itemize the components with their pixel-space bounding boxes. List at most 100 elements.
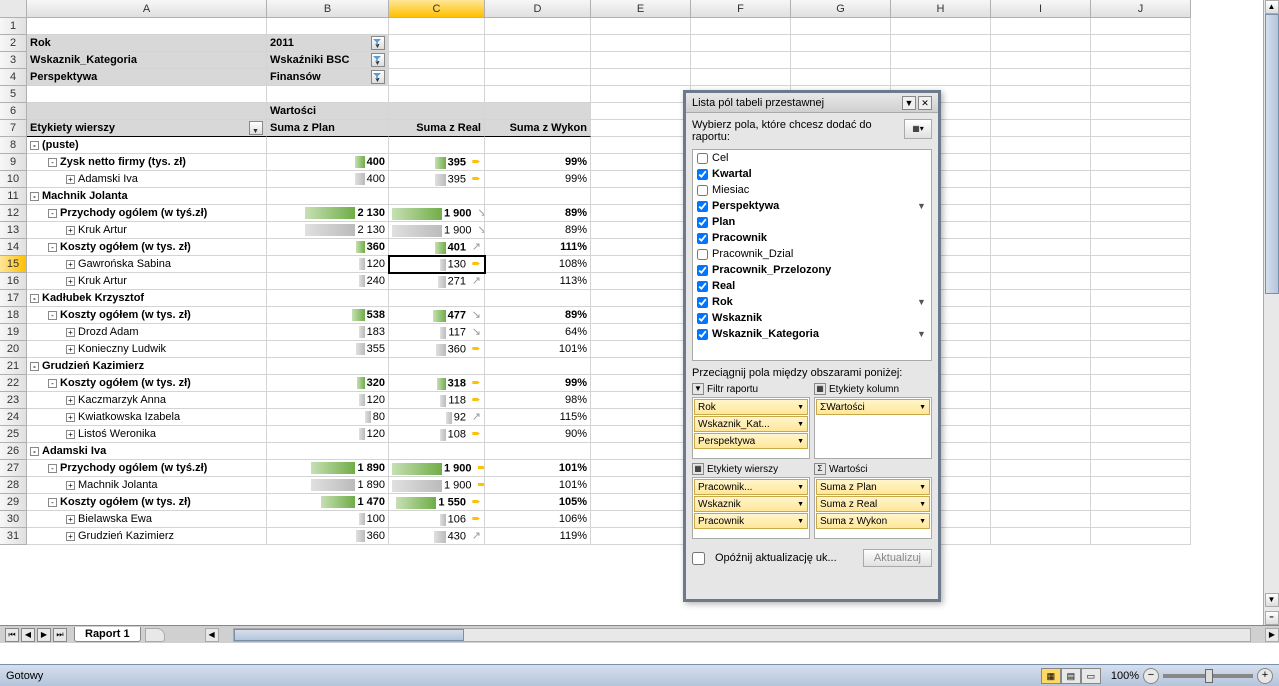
pivot-wykon[interactable] — [485, 290, 591, 307]
row-header-12[interactable]: 12 — [0, 205, 27, 222]
cell[interactable] — [389, 86, 485, 103]
pivot-plan[interactable]: 320 — [267, 375, 389, 392]
cell-I[interactable] — [991, 375, 1091, 392]
pivot-real[interactable]: 395 ➨ — [389, 154, 485, 171]
field-checkbox[interactable] — [697, 185, 708, 196]
pivot-wykon[interactable]: 111% — [485, 239, 591, 256]
row-header-31[interactable]: 31 — [0, 528, 27, 545]
split-button[interactable]: ━ — [1265, 611, 1279, 625]
cell-E[interactable] — [591, 273, 691, 290]
pivot-plan[interactable]: 1 890 — [267, 460, 389, 477]
col-header-H[interactable]: H — [891, 0, 991, 18]
cell-E[interactable] — [591, 222, 691, 239]
cell-I[interactable] — [991, 477, 1091, 494]
cell-E[interactable] — [591, 409, 691, 426]
col-header-J[interactable]: J — [1091, 0, 1191, 18]
pivot-real[interactable]: 106 ➨ — [389, 511, 485, 528]
cell-I[interactable] — [991, 154, 1091, 171]
cell[interactable] — [485, 69, 591, 86]
pivot-plan[interactable] — [267, 358, 389, 375]
field-checkbox[interactable] — [697, 297, 708, 308]
row-header-26[interactable]: 26 — [0, 443, 27, 460]
col-header-C[interactable]: C — [389, 0, 485, 18]
row-header-25[interactable]: 25 — [0, 426, 27, 443]
cell-J[interactable] — [1091, 171, 1191, 188]
values-header[interactable]: Wartości — [267, 103, 389, 120]
filter-value-0[interactable]: 2011 — [267, 35, 389, 52]
hscroll-right[interactable]: ▶ — [1265, 628, 1279, 642]
cell-E[interactable] — [591, 137, 691, 154]
pivot-real[interactable]: 430 ↗ — [389, 528, 485, 545]
dropzone-item[interactable]: Pracownik...▼ — [694, 479, 808, 495]
horizontal-scrollbar[interactable] — [233, 628, 1251, 642]
cell-E[interactable] — [591, 511, 691, 528]
cell-E[interactable] — [591, 256, 691, 273]
cell-J[interactable] — [1091, 511, 1191, 528]
pane-dropdown-button[interactable]: ▼ — [902, 96, 916, 110]
pivot-plan[interactable]: 1 470 — [267, 494, 389, 511]
pivot-plan[interactable]: 360 — [267, 239, 389, 256]
pivot-row-label[interactable]: +Grudzień Kazimierz — [27, 528, 267, 545]
cell-G[interactable] — [791, 18, 891, 35]
cell[interactable] — [389, 103, 485, 120]
cell-F[interactable] — [691, 52, 791, 69]
cell-I[interactable] — [991, 239, 1091, 256]
pivot-real[interactable]: 1 900 ↘ — [389, 205, 485, 222]
pivot-wykon[interactable]: 64% — [485, 324, 591, 341]
pivot-real[interactable] — [389, 188, 485, 205]
cell-J[interactable] — [1091, 154, 1191, 171]
cell-E[interactable] — [591, 392, 691, 409]
row-header-17[interactable]: 17 — [0, 290, 27, 307]
field-checkbox[interactable] — [697, 201, 708, 212]
cell-J[interactable] — [1091, 103, 1191, 120]
field-item[interactable]: Rok▼ — [693, 294, 931, 310]
row-header-3[interactable]: 3 — [0, 52, 27, 69]
pivot-row-label[interactable]: -Adamski Iva — [27, 443, 267, 460]
pivot-row-label[interactable]: -Grudzień Kazimierz — [27, 358, 267, 375]
cell-I[interactable] — [991, 222, 1091, 239]
cell-E[interactable] — [591, 154, 691, 171]
filter-value-2[interactable]: Finansów — [267, 69, 389, 86]
sheet-nav-next[interactable]: ▶ — [37, 628, 51, 642]
cell-H[interactable] — [891, 35, 991, 52]
cell-I[interactable] — [991, 528, 1091, 545]
row-header-29[interactable]: 29 — [0, 494, 27, 511]
cell-I[interactable] — [991, 52, 1091, 69]
pivot-real[interactable] — [389, 443, 485, 460]
row-header-15[interactable]: 15 — [0, 256, 27, 273]
dropzone-item[interactable]: Wskaznik_Kat...▼ — [694, 416, 808, 432]
cell-E[interactable] — [591, 120, 691, 137]
cell-J[interactable] — [1091, 86, 1191, 103]
row-header-23[interactable]: 23 — [0, 392, 27, 409]
cell-J[interactable] — [1091, 239, 1191, 256]
pivot-row-label[interactable]: +Kwiatkowska Izabela — [27, 409, 267, 426]
field-checkbox[interactable] — [697, 281, 708, 292]
vscroll-thumb[interactable] — [1265, 14, 1279, 294]
new-sheet-button[interactable] — [145, 628, 165, 642]
row-header-14[interactable]: 14 — [0, 239, 27, 256]
pivot-real[interactable]: 1 900 ➨ — [389, 460, 485, 477]
cell-I[interactable] — [991, 171, 1091, 188]
row-header-7[interactable]: 7 — [0, 120, 27, 137]
page-layout-view-button[interactable]: ▤ — [1061, 668, 1081, 684]
pivot-row-label[interactable]: -Koszty ogółem (w tys. zł) — [27, 494, 267, 511]
filter-value-1[interactable]: Wskaźniki BSC — [267, 52, 389, 69]
pivot-row-label[interactable]: -Machnik Jolanta — [27, 188, 267, 205]
pane-layout-button[interactable]: ▦▾ — [904, 119, 932, 139]
cell-J[interactable] — [1091, 69, 1191, 86]
cell-I[interactable] — [991, 69, 1091, 86]
pivot-plan[interactable]: 1 890 — [267, 477, 389, 494]
pivot-wykon[interactable]: 90% — [485, 426, 591, 443]
col-header-D[interactable]: D — [485, 0, 591, 18]
normal-view-button[interactable]: ▦ — [1041, 668, 1061, 684]
cell-I[interactable] — [991, 511, 1091, 528]
pivot-row-label[interactable]: +Kruk Artur — [27, 222, 267, 239]
cell[interactable] — [389, 69, 485, 86]
pivot-wykon[interactable] — [485, 137, 591, 154]
cell-I[interactable] — [991, 324, 1091, 341]
cell-J[interactable] — [1091, 358, 1191, 375]
dropzone-item[interactable]: Suma z Wykon▼ — [816, 513, 930, 529]
field-checkbox[interactable] — [697, 153, 708, 164]
cell-G[interactable] — [791, 69, 891, 86]
pivot-plan[interactable]: 2 130 — [267, 205, 389, 222]
